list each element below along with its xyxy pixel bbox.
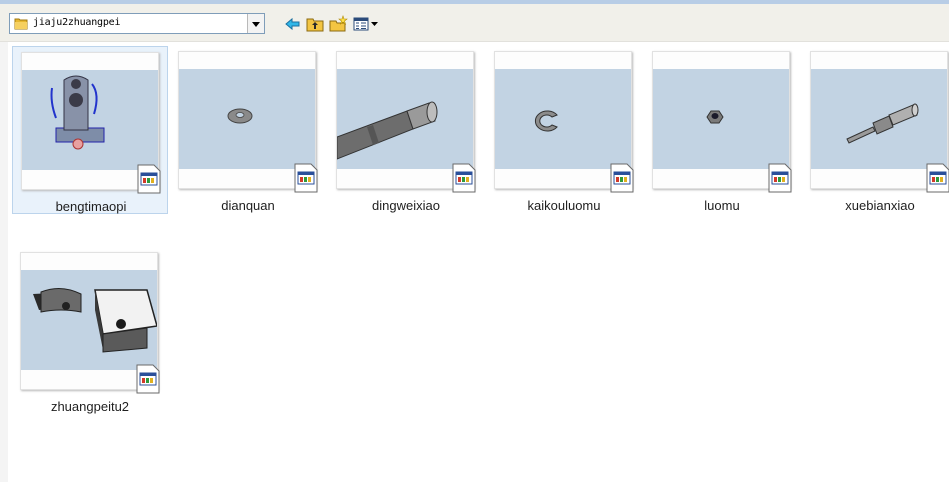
- new-folder-icon[interactable]: [328, 15, 348, 33]
- file-name: dingweixiao: [372, 198, 440, 213]
- document-icon: [610, 163, 634, 193]
- file-name: dianquan: [221, 198, 275, 213]
- file-name: zhuangpeitu2: [50, 399, 130, 414]
- document-icon: [294, 163, 318, 193]
- document-icon: [137, 164, 161, 194]
- file-name: xuebianxiao: [845, 198, 915, 213]
- part-preview-image: [846, 103, 919, 144]
- file-item-xuebianxiao[interactable]: xuebianxiao: [802, 46, 949, 214]
- back-icon[interactable]: [283, 15, 303, 33]
- file-dialog-toolbar: jiaju2zhuangpei: [0, 4, 949, 42]
- file-item-zhuangpeitu2[interactable]: zhuangpeitu2: [12, 247, 168, 415]
- file-item-dianquan[interactable]: dianquan: [170, 46, 326, 214]
- part-preview-image: [50, 75, 105, 150]
- document-icon: [452, 163, 476, 193]
- view-menu-icon[interactable]: [352, 15, 380, 33]
- file-item-kaikouluomu[interactable]: kaikouluomu: [486, 46, 642, 214]
- document-icon: [136, 364, 160, 394]
- file-name: kaikouluomu: [527, 198, 601, 213]
- chevron-down-icon[interactable]: [247, 14, 264, 33]
- part-preview-image: [227, 108, 253, 124]
- document-icon: [926, 163, 949, 193]
- up-folder-icon[interactable]: [305, 15, 325, 33]
- file-item-luomu[interactable]: luomu: [644, 46, 800, 214]
- current-folder-name: jiaju2zhuangpei: [33, 17, 121, 28]
- part-preview-image: [534, 110, 558, 132]
- file-item-bengtimaopi[interactable]: bengtimaopi: [12, 46, 168, 214]
- left-gutter: [0, 42, 8, 482]
- file-item-dingweixiao[interactable]: dingweixiao: [328, 46, 484, 214]
- file-name: bengtimaopi: [55, 199, 127, 214]
- look-in-combobox[interactable]: jiaju2zhuangpei: [9, 13, 265, 34]
- part-preview-image: [33, 288, 157, 353]
- file-name: luomu: [704, 198, 740, 213]
- document-icon: [768, 163, 792, 193]
- folder-icon: [14, 18, 28, 30]
- part-preview-image: [337, 101, 438, 160]
- part-preview-image: [706, 110, 724, 124]
